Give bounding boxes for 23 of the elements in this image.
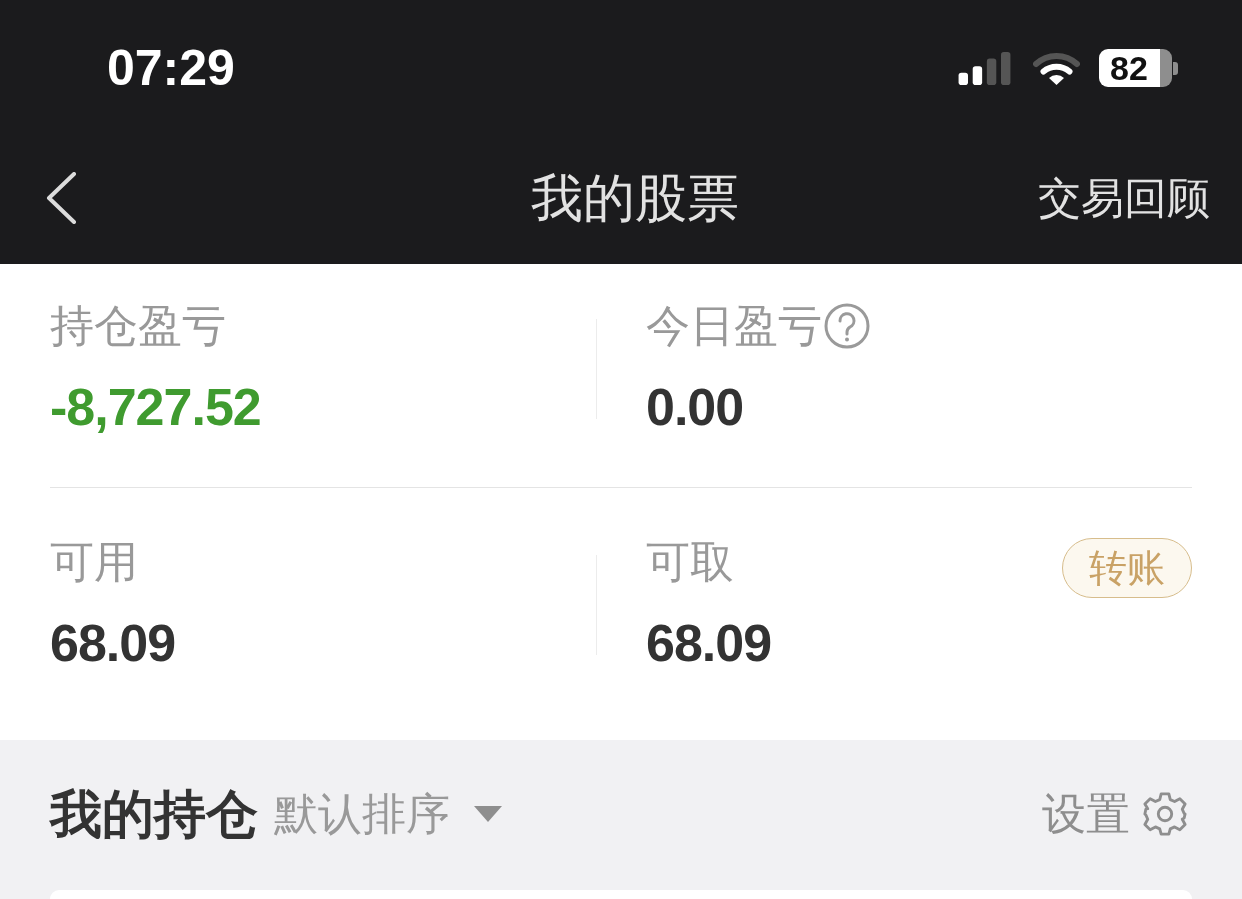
stat-value: -8,727.52 (50, 377, 261, 437)
battery-indicator: 82 (1099, 49, 1172, 87)
settings-icon (1142, 791, 1188, 837)
help-icon[interactable] (824, 303, 870, 349)
stat-value: 0.00 (646, 377, 744, 437)
transfer-button[interactable]: 转账 (1062, 538, 1192, 598)
stat-label: 今日盈亏 (646, 301, 822, 351)
stat-label: 可用 (50, 537, 138, 587)
stat-value: 68.09 (50, 613, 176, 673)
back-icon[interactable] (45, 172, 77, 224)
trade-review-link[interactable]: 交易回顾 (1038, 172, 1210, 224)
status-time: 07:29 (107, 40, 235, 96)
stat-value: 68.09 (646, 613, 772, 673)
section-title: 我的持仓 (50, 784, 258, 844)
stat-label: 可取 (646, 537, 734, 587)
sort-dropdown[interactable]: 默认排序 (274, 789, 502, 839)
settings-button[interactable]: 设置 (1042, 789, 1188, 839)
signal-icon (957, 51, 1012, 85)
caret-icon (474, 806, 502, 822)
stat-label: 持仓盈亏 (50, 301, 226, 351)
battery-tip-icon (1173, 61, 1178, 75)
page-title: 我的股票 (530, 168, 739, 228)
wifi-icon (1033, 51, 1080, 85)
